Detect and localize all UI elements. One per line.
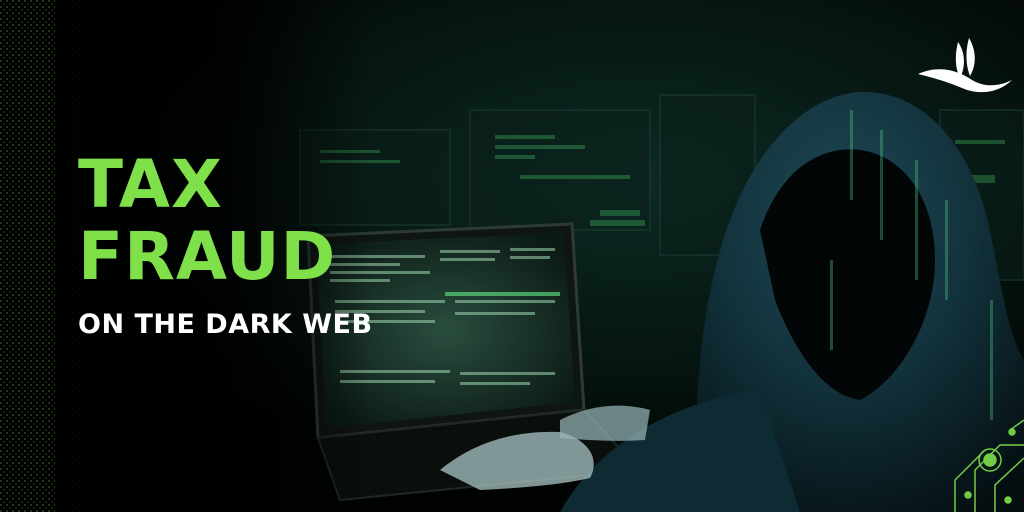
headline-line-2: FRAUD	[78, 218, 337, 295]
banner-canvas: TAX FRAUD ON THE DARK WEB	[0, 0, 1024, 512]
headline: TAX FRAUD	[78, 152, 336, 290]
subheadline: ON THE DARK WEB	[78, 309, 373, 340]
headline-line-1: TAX	[78, 146, 223, 223]
